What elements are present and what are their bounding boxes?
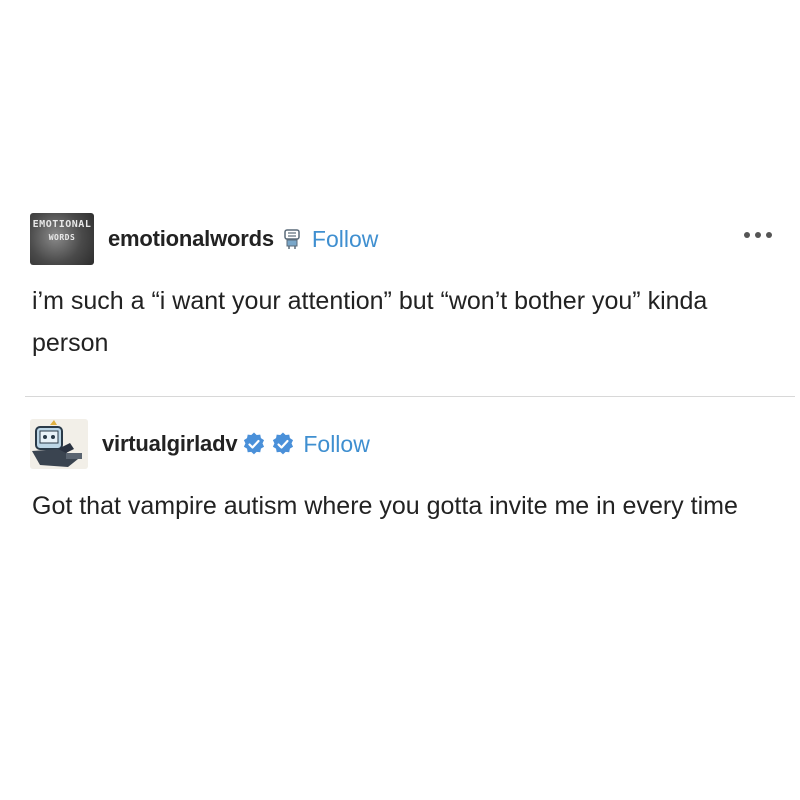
- avatar-logo-text-line2: WORDS: [48, 233, 76, 242]
- post-text: Got that vampire autism where you gotta …: [32, 492, 738, 520]
- post-header: EMOTIONAL WORDS emotionalwords Follow: [30, 212, 780, 266]
- verified-badge-icon: [271, 432, 295, 456]
- avatar-logo-text-line1: EMOTIONAL: [32, 219, 92, 230]
- avatar-illustration: [30, 419, 88, 469]
- username[interactable]: emotionalwords: [108, 226, 274, 252]
- avatar[interactable]: [30, 419, 88, 469]
- robot-icon: [280, 227, 304, 251]
- verified-badge-icon: [242, 432, 266, 456]
- dot: [744, 232, 750, 238]
- divider: [25, 396, 795, 397]
- dot: [755, 232, 761, 238]
- follow-button[interactable]: Follow: [312, 226, 378, 253]
- follow-button[interactable]: Follow: [303, 431, 369, 458]
- post-text: i’m such a “i want your attention” but “…: [32, 287, 708, 357]
- post-header: virtualgirladv Follow: [30, 417, 780, 471]
- post-emotionalwords: EMOTIONAL WORDS emotionalwords Follow i’…: [30, 212, 780, 364]
- dot: [766, 232, 772, 238]
- avatar[interactable]: EMOTIONAL WORDS: [30, 213, 94, 265]
- username[interactable]: virtualgirladv: [102, 431, 238, 457]
- more-options-icon[interactable]: [744, 232, 772, 238]
- post-virtualgirladv: virtualgirladv Follow Got that vampire a…: [30, 417, 780, 527]
